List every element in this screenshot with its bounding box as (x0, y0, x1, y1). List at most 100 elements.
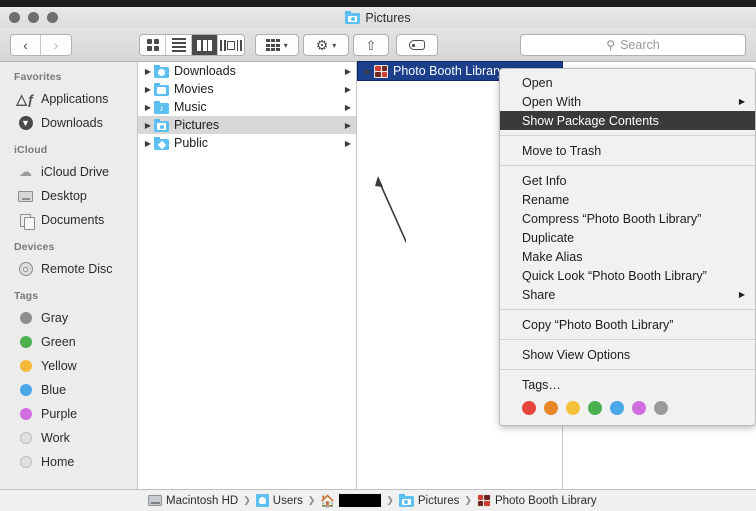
sidebar[interactable]: Favorites △ƒ Applications ▼ Downloads iC… (0, 62, 138, 511)
navigation-buttons[interactable]: ‹ › (10, 34, 72, 56)
disclosure-triangle-icon: ▶ (144, 120, 152, 130)
sidebar-section-favorites: Favorites (14, 71, 62, 83)
sidebar-item-desktop[interactable]: Desktop (0, 184, 137, 208)
sidebar-item-documents[interactable]: Documents (0, 208, 137, 232)
icon-view-button[interactable] (140, 35, 166, 55)
context-menu[interactable]: Open Open With ▶ Show Package Contents M… (499, 68, 756, 426)
tag-dot-icon (17, 310, 34, 327)
sidebar-item-tag-work[interactable]: Work (0, 426, 137, 450)
menu-tag-colors[interactable] (500, 394, 755, 420)
documents-icon (17, 212, 35, 230)
chevron-right-icon: ▶ (344, 102, 351, 112)
arrange-button[interactable]: ▾ (255, 34, 299, 56)
menu-item-show-view-options[interactable]: Show View Options (500, 345, 755, 364)
sidebar-item-remote-disc[interactable]: Remote Disc (0, 257, 137, 281)
action-menu-button[interactable]: ⚙ ▾ (303, 34, 349, 56)
search-placeholder: Search (620, 38, 660, 52)
tag-icon (409, 40, 425, 50)
breadcrumb-label: Pictures (417, 494, 460, 507)
sidebar-item-tag-blue[interactable]: Blue (0, 378, 137, 402)
coverflow-icon (220, 39, 242, 51)
tag-dot-icon (17, 334, 34, 351)
sidebar-item-tag-gray[interactable]: Gray (0, 306, 137, 330)
tag-color-yellow[interactable] (566, 401, 580, 415)
menu-item-duplicate[interactable]: Duplicate (500, 228, 755, 247)
sidebar-item-icloud-drive[interactable]: ☁ iCloud Drive (0, 160, 137, 184)
menu-item-copy[interactable]: Copy “Photo Booth Library” (500, 315, 755, 334)
column-view-button[interactable] (192, 35, 218, 55)
search-field[interactable]: ⚲ Search (520, 34, 746, 56)
breadcrumb-macintosh-hd[interactable]: Macintosh HD (148, 495, 238, 507)
tag-color-red[interactable] (522, 401, 536, 415)
disclosure-triangle-icon: ▶ (144, 66, 152, 76)
menu-item-compress[interactable]: Compress “Photo Booth Library” (500, 209, 755, 228)
menu-item-rename[interactable]: Rename (500, 190, 755, 209)
zoom-button[interactable] (47, 12, 58, 23)
path-bar[interactable]: Macintosh HD ❯ Users ❯ 🏠 ❯ Pictures ❯ Ph… (0, 489, 756, 511)
sidebar-section-devices: Devices (14, 241, 55, 253)
menu-item-move-to-trash[interactable]: Move to Trash (500, 141, 755, 160)
list-view-button[interactable] (166, 35, 192, 55)
menu-item-show-package-contents[interactable]: Show Package Contents (500, 111, 755, 130)
browser-column-1[interactable]: ▶ Downloads ▶ ▶ Movies ▶ ▶ ♪ Music ▶ ▶ P… (138, 62, 357, 489)
sidebar-item-tag-yellow[interactable]: Yellow (0, 354, 137, 378)
tag-color-purple[interactable] (632, 401, 646, 415)
menu-item-label: Share (522, 287, 556, 302)
submenu-arrow-icon: ▶ (738, 97, 745, 106)
list-item-pictures[interactable]: ▶ Pictures ▶ (138, 116, 356, 134)
menu-item-tags[interactable]: Tags… (500, 375, 755, 394)
tag-color-blue[interactable] (610, 401, 624, 415)
sidebar-item-applications[interactable]: △ƒ Applications (0, 87, 137, 111)
menu-item-get-info[interactable]: Get Info (500, 171, 755, 190)
list-item-label: Music (174, 100, 207, 114)
tag-color-orange[interactable] (544, 401, 558, 415)
view-mode-buttons[interactable] (139, 34, 245, 56)
menu-separator (500, 369, 755, 370)
forward-button[interactable]: › (41, 35, 71, 55)
sidebar-item-label: Yellow (41, 359, 77, 373)
share-button[interactable]: ⇧ (353, 34, 389, 56)
menu-item-make-alias[interactable]: Make Alias (500, 247, 755, 266)
sidebar-item-tag-purple[interactable]: Purple (0, 402, 137, 426)
sidebar-item-tag-green[interactable]: Green (0, 330, 137, 354)
breadcrumb-separator: ❯ (464, 495, 472, 505)
tag-dot-icon (17, 406, 34, 423)
sidebar-item-tag-home[interactable]: Home (0, 450, 137, 474)
list-item[interactable]: ▶ ♪ Music ▶ (138, 98, 356, 116)
breadcrumb-photo-booth-library[interactable]: Photo Booth Library (476, 494, 597, 507)
applications-icon: △ƒ (16, 90, 35, 107)
breadcrumb-users[interactable]: Users (255, 494, 303, 507)
search-icon: ⚲ (606, 38, 616, 52)
desktop-icon (17, 188, 34, 205)
sidebar-section-tags: Tags (14, 290, 39, 302)
disclosure-triangle-icon: ▶ (144, 102, 152, 112)
menu-separator (500, 165, 755, 166)
breadcrumb-pictures[interactable]: Pictures (398, 494, 460, 507)
downloads-folder-icon (154, 64, 169, 78)
menu-item-quick-look[interactable]: Quick Look “Photo Booth Library” (500, 266, 755, 285)
close-button[interactable] (9, 12, 20, 23)
menu-item-open-with[interactable]: Open With ▶ (500, 92, 755, 111)
list-item[interactable]: ▶ Public ▶ (138, 134, 356, 152)
menu-item-open[interactable]: Open (500, 73, 755, 92)
list-item-label: Downloads (174, 64, 236, 78)
list-item[interactable]: ▶ Downloads ▶ (138, 62, 356, 80)
add-tags-button[interactable] (396, 34, 438, 56)
sidebar-item-downloads[interactable]: ▼ Downloads (0, 111, 137, 135)
back-button[interactable]: ‹ (11, 35, 41, 55)
window-controls[interactable] (9, 12, 58, 23)
coverflow-view-button[interactable] (218, 35, 244, 55)
breadcrumb-separator: ❯ (243, 495, 251, 505)
breadcrumb-home-redacted[interactable]: 🏠 (320, 494, 382, 508)
minimize-button[interactable] (28, 12, 39, 23)
tag-color-gray[interactable] (654, 401, 668, 415)
list-item[interactable]: ▶ Movies ▶ (138, 80, 356, 98)
breadcrumb-label: Photo Booth Library (494, 494, 597, 507)
music-folder-icon: ♪ (154, 100, 169, 114)
tag-color-green[interactable] (588, 401, 602, 415)
tag-dot-icon (17, 382, 34, 399)
submenu-arrow-icon: ▶ (738, 290, 745, 299)
cloud-icon: ☁ (19, 164, 32, 179)
hard-disk-icon (148, 495, 162, 506)
menu-item-share[interactable]: Share ▶ (500, 285, 755, 304)
